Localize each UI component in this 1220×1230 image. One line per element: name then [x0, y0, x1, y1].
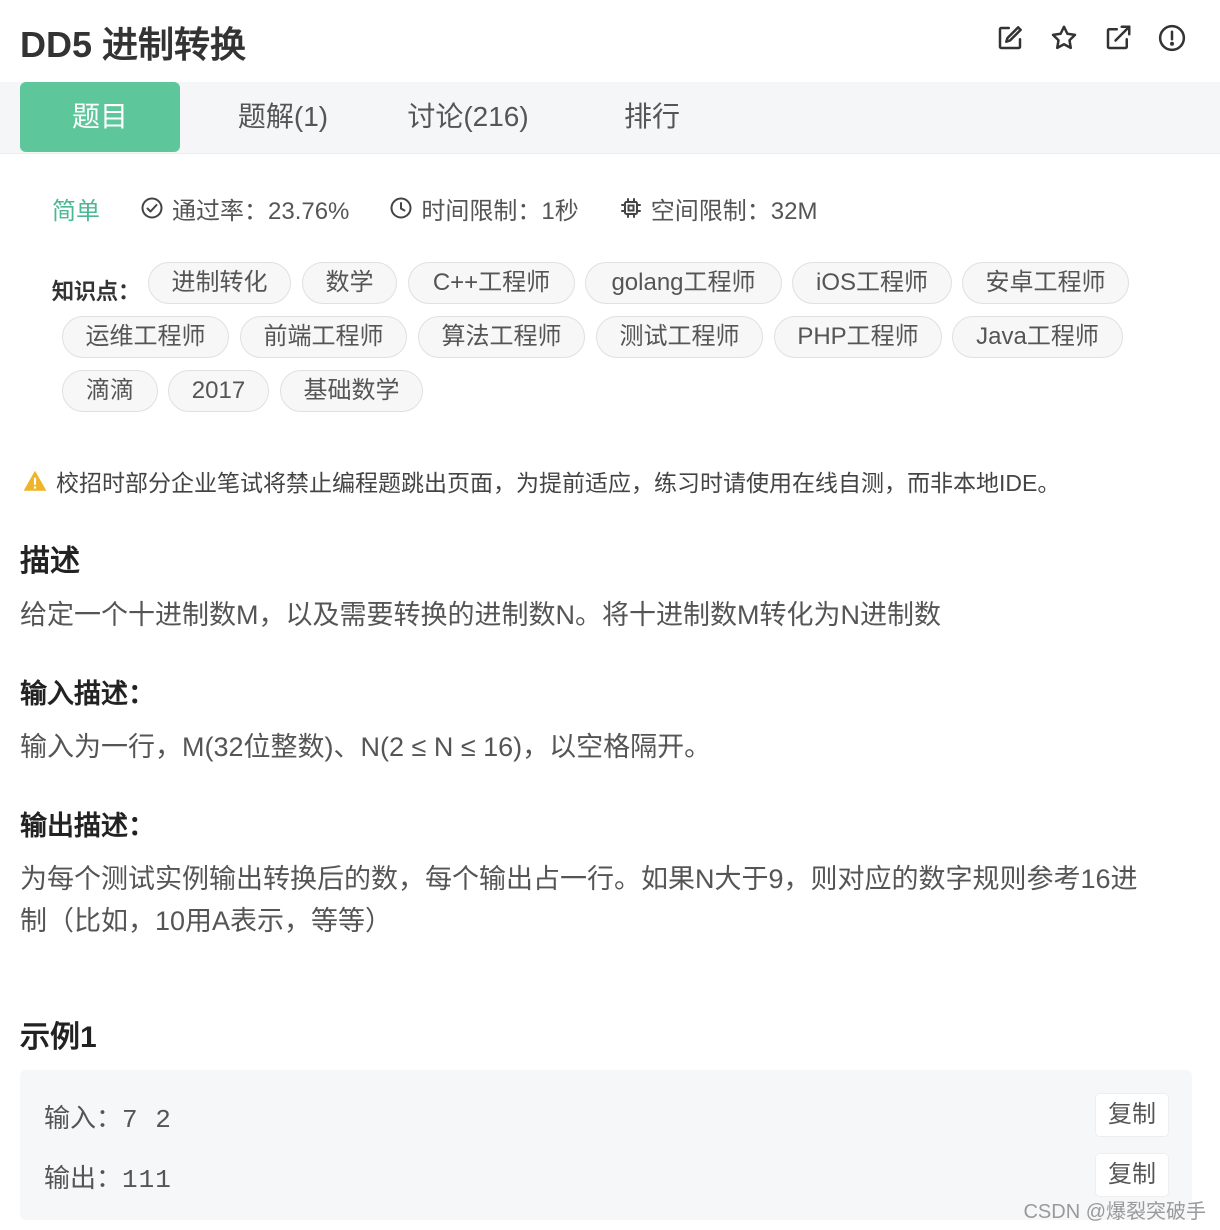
tag-item[interactable]: 2017	[168, 370, 269, 412]
memory-limit: 空间限制：32M	[619, 191, 818, 226]
output-desc-heading: 输出描述：	[20, 811, 155, 841]
tab-ranking[interactable]: 排行	[600, 82, 704, 152]
example-output-value: 111	[122, 1165, 172, 1195]
example-input-value: 7 2	[122, 1105, 172, 1135]
example-heading: 示例1	[20, 1021, 97, 1054]
header-actions	[994, 22, 1188, 54]
example-input-row: 输入：7 2	[44, 1098, 172, 1135]
difficulty-badge: 简单	[52, 197, 100, 225]
example-output-label: 输出：	[44, 1163, 123, 1193]
example-input-label: 输入：	[44, 1103, 123, 1133]
tag-item[interactable]: 进制转化	[148, 262, 291, 304]
pass-rate-text: 通过率：23.76%	[172, 197, 350, 225]
clock-icon	[390, 197, 412, 219]
tab-solutions[interactable]: 题解(1)	[212, 82, 354, 152]
example-box: 输入：7 2 复制 输出：111 复制	[20, 1070, 1192, 1220]
tag-item[interactable]: golang工程师	[585, 262, 782, 304]
chip-icon	[620, 198, 641, 218]
problem-title: DD5 进制转换	[20, 24, 247, 65]
time-limit: 时间限制：1秒	[389, 191, 579, 226]
problem-tabs: 题目 题解(1) 讨论(216) 排行	[0, 82, 1220, 154]
copy-output-button[interactable]: 复制	[1096, 1154, 1168, 1196]
knowledge-label: 知识点：	[52, 279, 141, 304]
share-icon[interactable]	[1102, 22, 1134, 54]
report-icon[interactable]	[1156, 22, 1188, 54]
problem-meta: 简单 通过率：23.76% 时间限制：1秒 空间限制：32M	[52, 190, 857, 226]
problem-header: DD5 进制转换	[0, 0, 1220, 82]
input-desc-text: 输入为一行，M(32位整数)、N(2 ≤ N ≤ 16)，以空格隔开。	[20, 732, 712, 762]
output-desc-line-2: 制（比如，10用A表示，等等）	[20, 906, 393, 936]
tag-item[interactable]: PHP工程师	[774, 316, 942, 358]
check-circle-icon	[141, 197, 163, 219]
tag-item[interactable]: C++工程师	[408, 262, 575, 304]
time-limit-text: 时间限制：1秒	[421, 197, 579, 225]
tab-discussion[interactable]: 讨论(216)	[390, 82, 546, 152]
tag-item[interactable]: Java工程师	[952, 316, 1123, 358]
edit-icon[interactable]	[994, 22, 1026, 54]
copy-input-button[interactable]: 复制	[1096, 1094, 1168, 1136]
tag-item[interactable]: 算法工程师	[418, 316, 585, 358]
problem-page: DD5 进制转换 题目 题解(1) 讨论(216) 排行 简单 通过率：23.7…	[0, 0, 1220, 1230]
output-desc-line-1: 为每个测试实例输出转换后的数，每个输出占一行。如果N大于9，则对应的数字规则参考…	[20, 864, 1138, 894]
tab-problem[interactable]: 题目	[20, 82, 180, 152]
star-icon[interactable]	[1048, 22, 1080, 54]
watermark: CSDN @爆裂突破手	[1023, 1201, 1206, 1223]
input-desc-heading: 输入描述：	[20, 679, 155, 709]
tag-item[interactable]: 滴滴	[62, 370, 158, 412]
memory-limit-text: 空间限制：32M	[650, 197, 818, 225]
tag-item[interactable]: 基础数学	[280, 370, 423, 412]
tag-item[interactable]: 前端工程师	[240, 316, 407, 358]
tag-item[interactable]: iOS工程师	[792, 262, 952, 304]
warning-icon	[23, 470, 47, 491]
tag-item[interactable]: 数学	[302, 262, 397, 304]
description-heading: 描述	[20, 545, 80, 578]
tag-item[interactable]: 安卓工程师	[962, 262, 1129, 304]
warning-notice: 校招时部分企业笔试将禁止编程题跳出页面，为提前适应，练习时请使用在线自测，而非本…	[22, 464, 1060, 498]
example-output-row: 输出：111	[44, 1158, 172, 1195]
tag-item[interactable]: 测试工程师	[596, 316, 763, 358]
description-text: 给定一个十进制数M，以及需要转换的进制数N。将十进制数M转化为N进制数	[20, 600, 941, 630]
pass-rate: 通过率：23.76%	[140, 191, 349, 226]
warning-text: 校招时部分企业笔试将禁止编程题跳出页面，为提前适应，练习时请使用在线自测，而非本…	[56, 470, 1061, 496]
tag-item[interactable]: 运维工程师	[62, 316, 229, 358]
